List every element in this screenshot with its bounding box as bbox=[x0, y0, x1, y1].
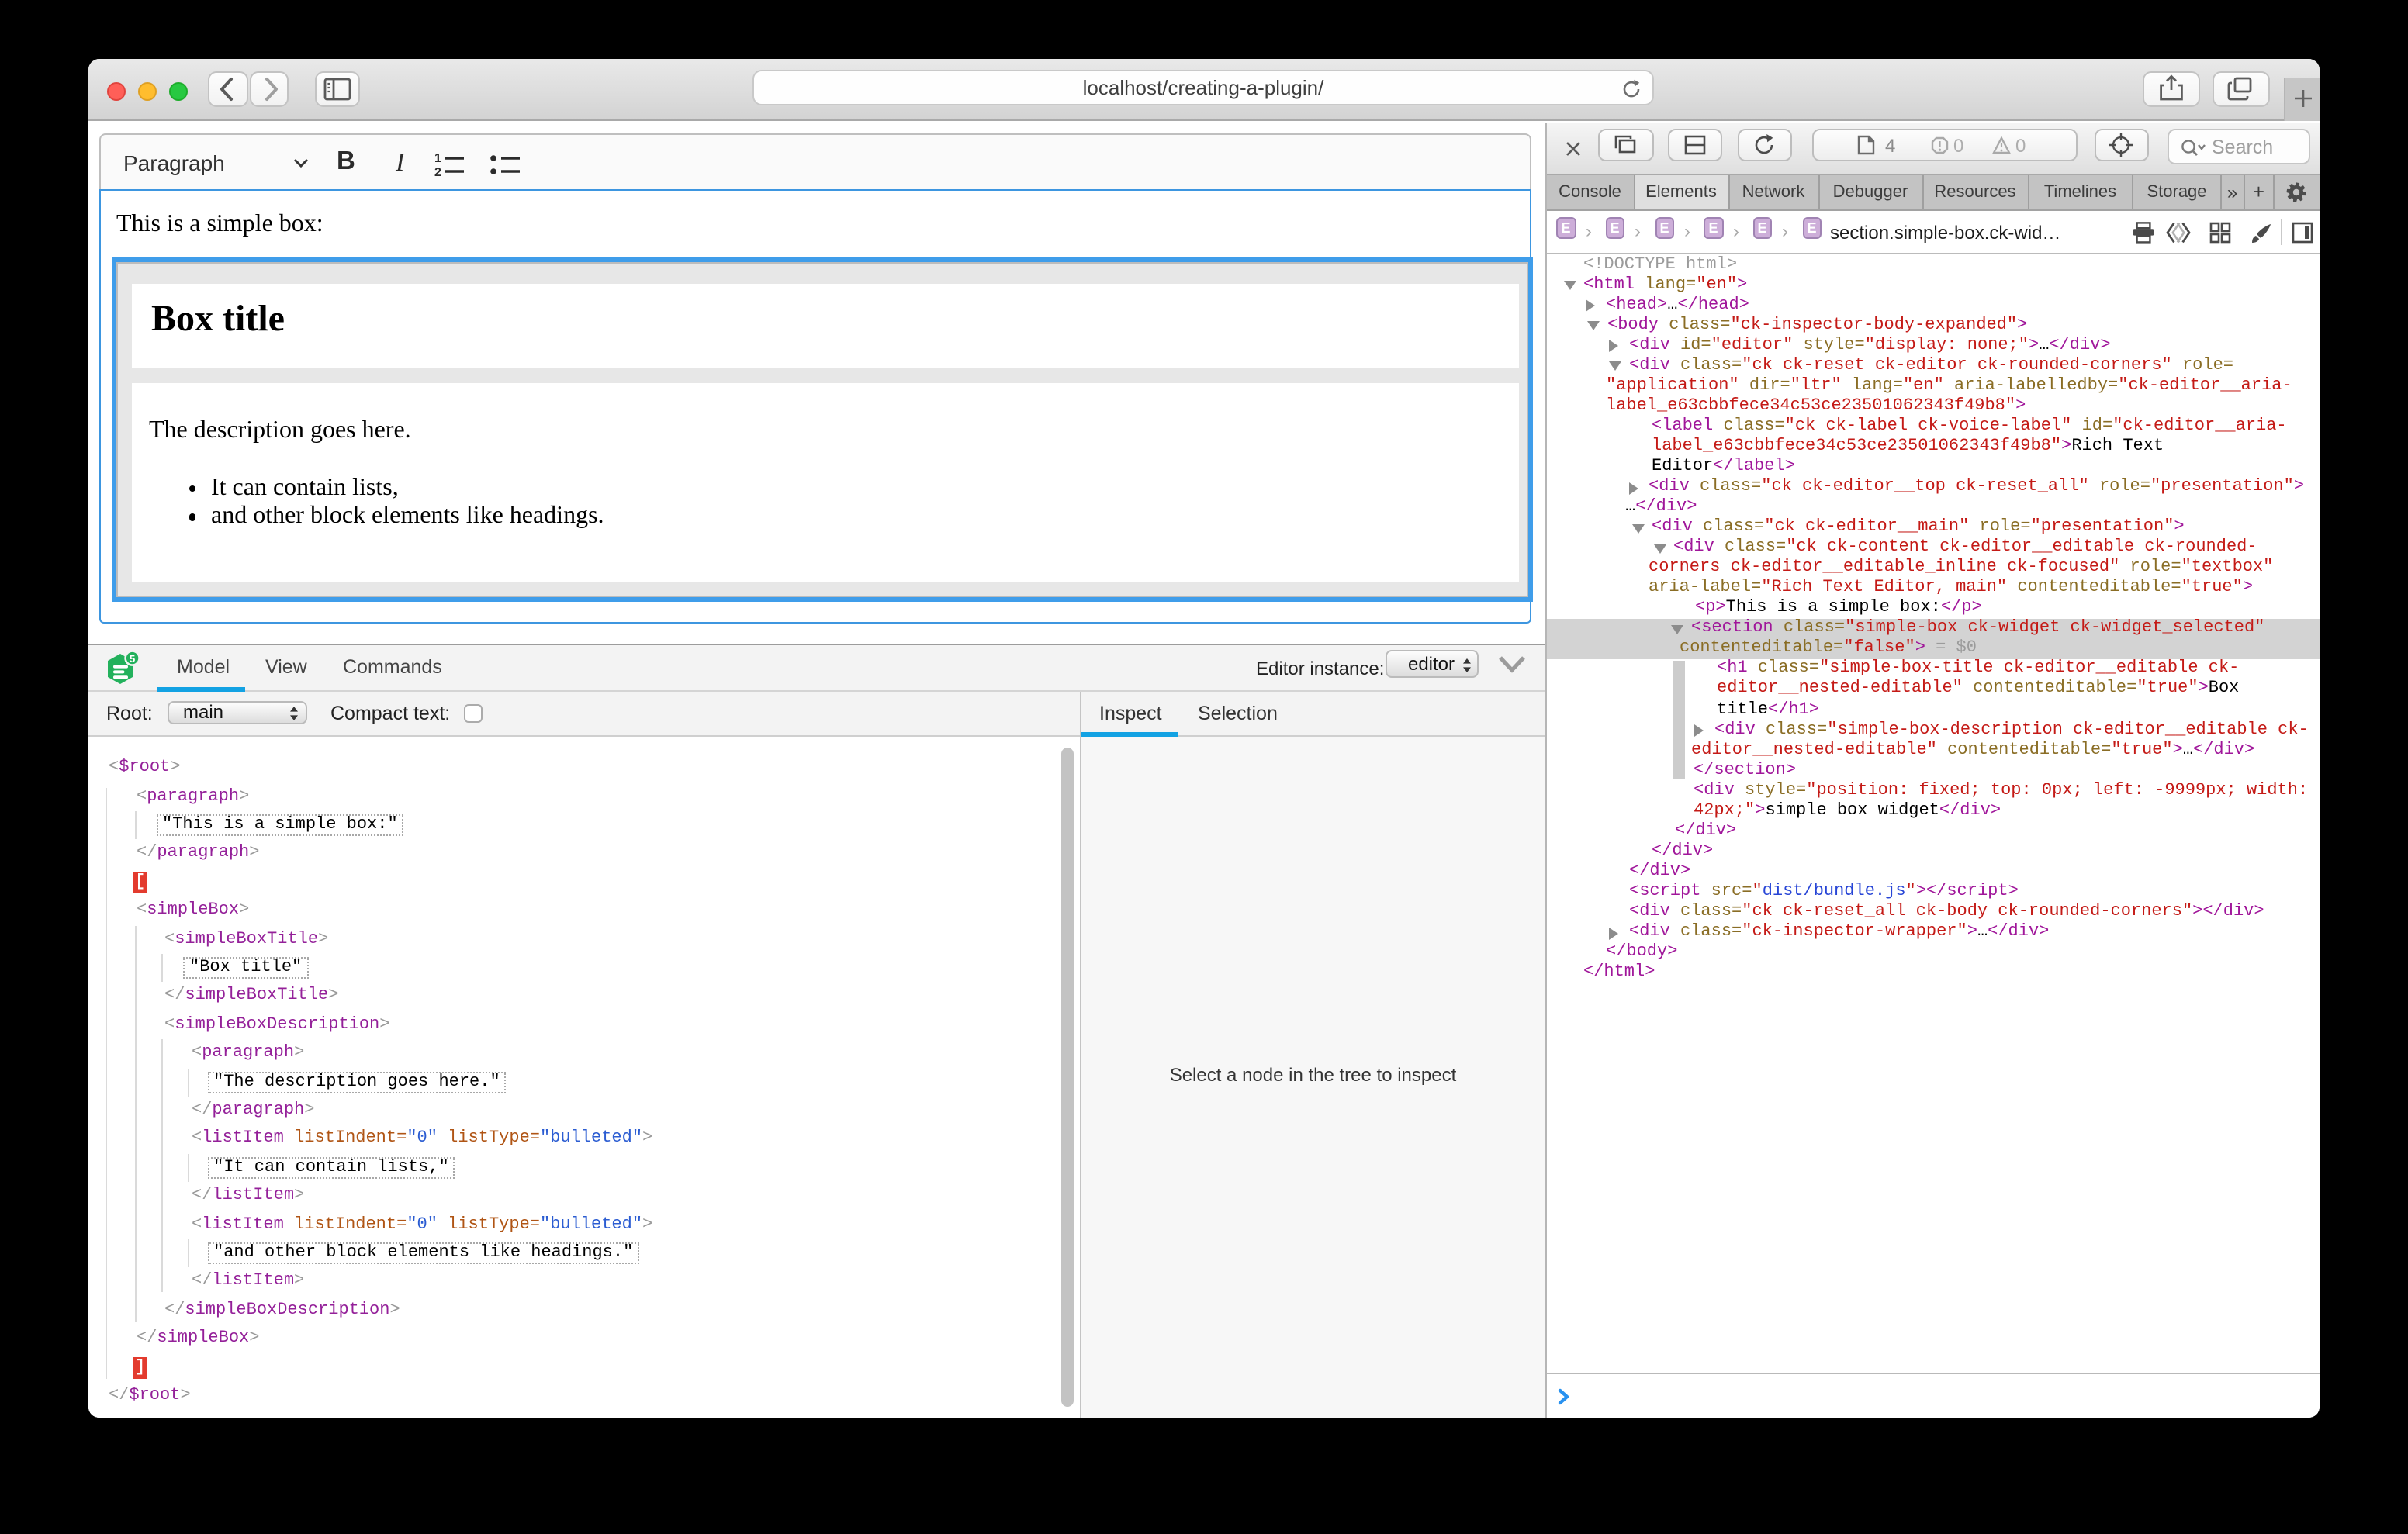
svg-text:0: 0 bbox=[2015, 136, 2025, 157]
svg-text:1: 1 bbox=[434, 152, 441, 165]
svg-text:5: 5 bbox=[130, 653, 135, 665]
svg-text:4: 4 bbox=[1884, 136, 1894, 157]
svg-text:0: 0 bbox=[1953, 136, 1963, 157]
svg-text:2: 2 bbox=[434, 166, 441, 177]
